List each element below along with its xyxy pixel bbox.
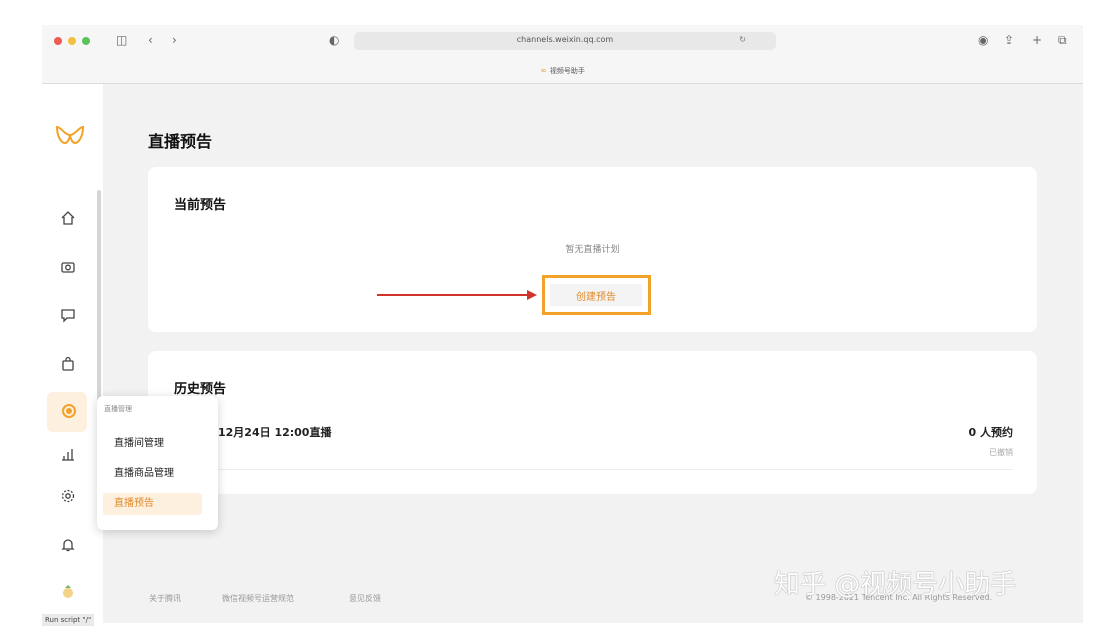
tab-overview-icon[interactable]: ⧉ xyxy=(1058,33,1067,47)
page-title: 直播预告 xyxy=(148,132,213,151)
home-icon[interactable] xyxy=(58,208,78,228)
menu-item-live-room[interactable]: 直播间管理 xyxy=(103,433,202,455)
camera-icon[interactable] xyxy=(58,257,78,277)
new-tab-icon[interactable]: + xyxy=(1032,33,1042,47)
history-preview-card: 历史预告 12月24日 12:00直播 0 人预约 已撤销 xyxy=(148,351,1037,494)
bell-icon[interactable] xyxy=(58,535,78,555)
empty-state-text: 暂无直播计划 xyxy=(565,245,620,255)
live-icon[interactable] xyxy=(62,404,76,418)
channels-logo-icon: ∞ xyxy=(540,66,547,75)
settings-icon[interactable] xyxy=(58,486,78,506)
close-window-button[interactable] xyxy=(54,37,62,45)
bag-icon[interactable] xyxy=(58,354,78,374)
browser-toolbar: ◫ ‹ › ◐ channels.weixin.qq.com ↻ ◉ ⇪ + ⧉… xyxy=(42,25,1083,84)
create-preview-button[interactable]: 创建预告 xyxy=(550,284,642,306)
share-icon[interactable]: ⇪ xyxy=(1004,33,1014,47)
forward-icon[interactable]: › xyxy=(172,33,177,47)
minimize-window-button[interactable] xyxy=(68,37,76,45)
footer-link-rules[interactable]: 微信视频号运营规范 xyxy=(222,593,294,604)
status-bar: Run script "/" xyxy=(42,614,95,626)
menu-title: 直播管理 xyxy=(104,405,132,413)
history-preview-title: 历史预告 xyxy=(174,382,227,397)
current-preview-card: 当前预告 暂无直播计划 创建预告 xyxy=(148,167,1037,332)
chart-icon[interactable] xyxy=(58,444,78,464)
window-controls xyxy=(54,37,90,45)
menu-item-live-goods[interactable]: 直播商品管理 xyxy=(103,463,202,485)
sidebar-scrollbar[interactable] xyxy=(97,190,101,410)
menu-item-live-preview[interactable]: 直播预告 xyxy=(103,493,202,515)
url-text: channels.weixin.qq.com xyxy=(516,35,614,44)
tab-title[interactable]: ∞ 视频号助手 xyxy=(42,66,1083,76)
footer-link-about[interactable]: 关于腾讯 xyxy=(149,593,181,604)
live-management-menu: 直播管理 直播间管理 直播商品管理 直播预告 xyxy=(97,396,218,530)
history-item-count: 0 人预约 xyxy=(968,426,1013,439)
zoom-window-button[interactable] xyxy=(82,37,90,45)
reload-icon[interactable]: ↻ xyxy=(739,35,746,44)
annotation-arrow xyxy=(377,294,535,296)
tab-title-text: 视频号助手 xyxy=(549,67,585,75)
footer-link-feedback[interactable]: 意见反馈 xyxy=(349,593,381,604)
sidebar-toggle-icon[interactable]: ◫ xyxy=(116,33,127,47)
back-icon[interactable]: ‹ xyxy=(148,33,153,47)
downloads-icon[interactable]: ◉ xyxy=(978,33,988,47)
current-preview-title: 当前预告 xyxy=(174,198,227,213)
privacy-shield-icon[interactable]: ◐ xyxy=(329,33,339,47)
history-item-date: 12月24日 12:00直播 xyxy=(218,426,332,439)
divider xyxy=(174,469,1013,470)
history-item-status: 已撤销 xyxy=(989,448,1013,457)
avatar[interactable] xyxy=(58,582,78,602)
annotation-arrow-head xyxy=(527,290,537,300)
channels-logo-icon[interactable] xyxy=(55,124,85,146)
watermark: 知乎 @视频号小助手 xyxy=(774,570,1017,600)
comment-icon[interactable] xyxy=(58,305,78,325)
create-button-highlight: 创建预告 xyxy=(542,275,651,315)
address-bar[interactable]: channels.weixin.qq.com ↻ xyxy=(354,32,776,50)
